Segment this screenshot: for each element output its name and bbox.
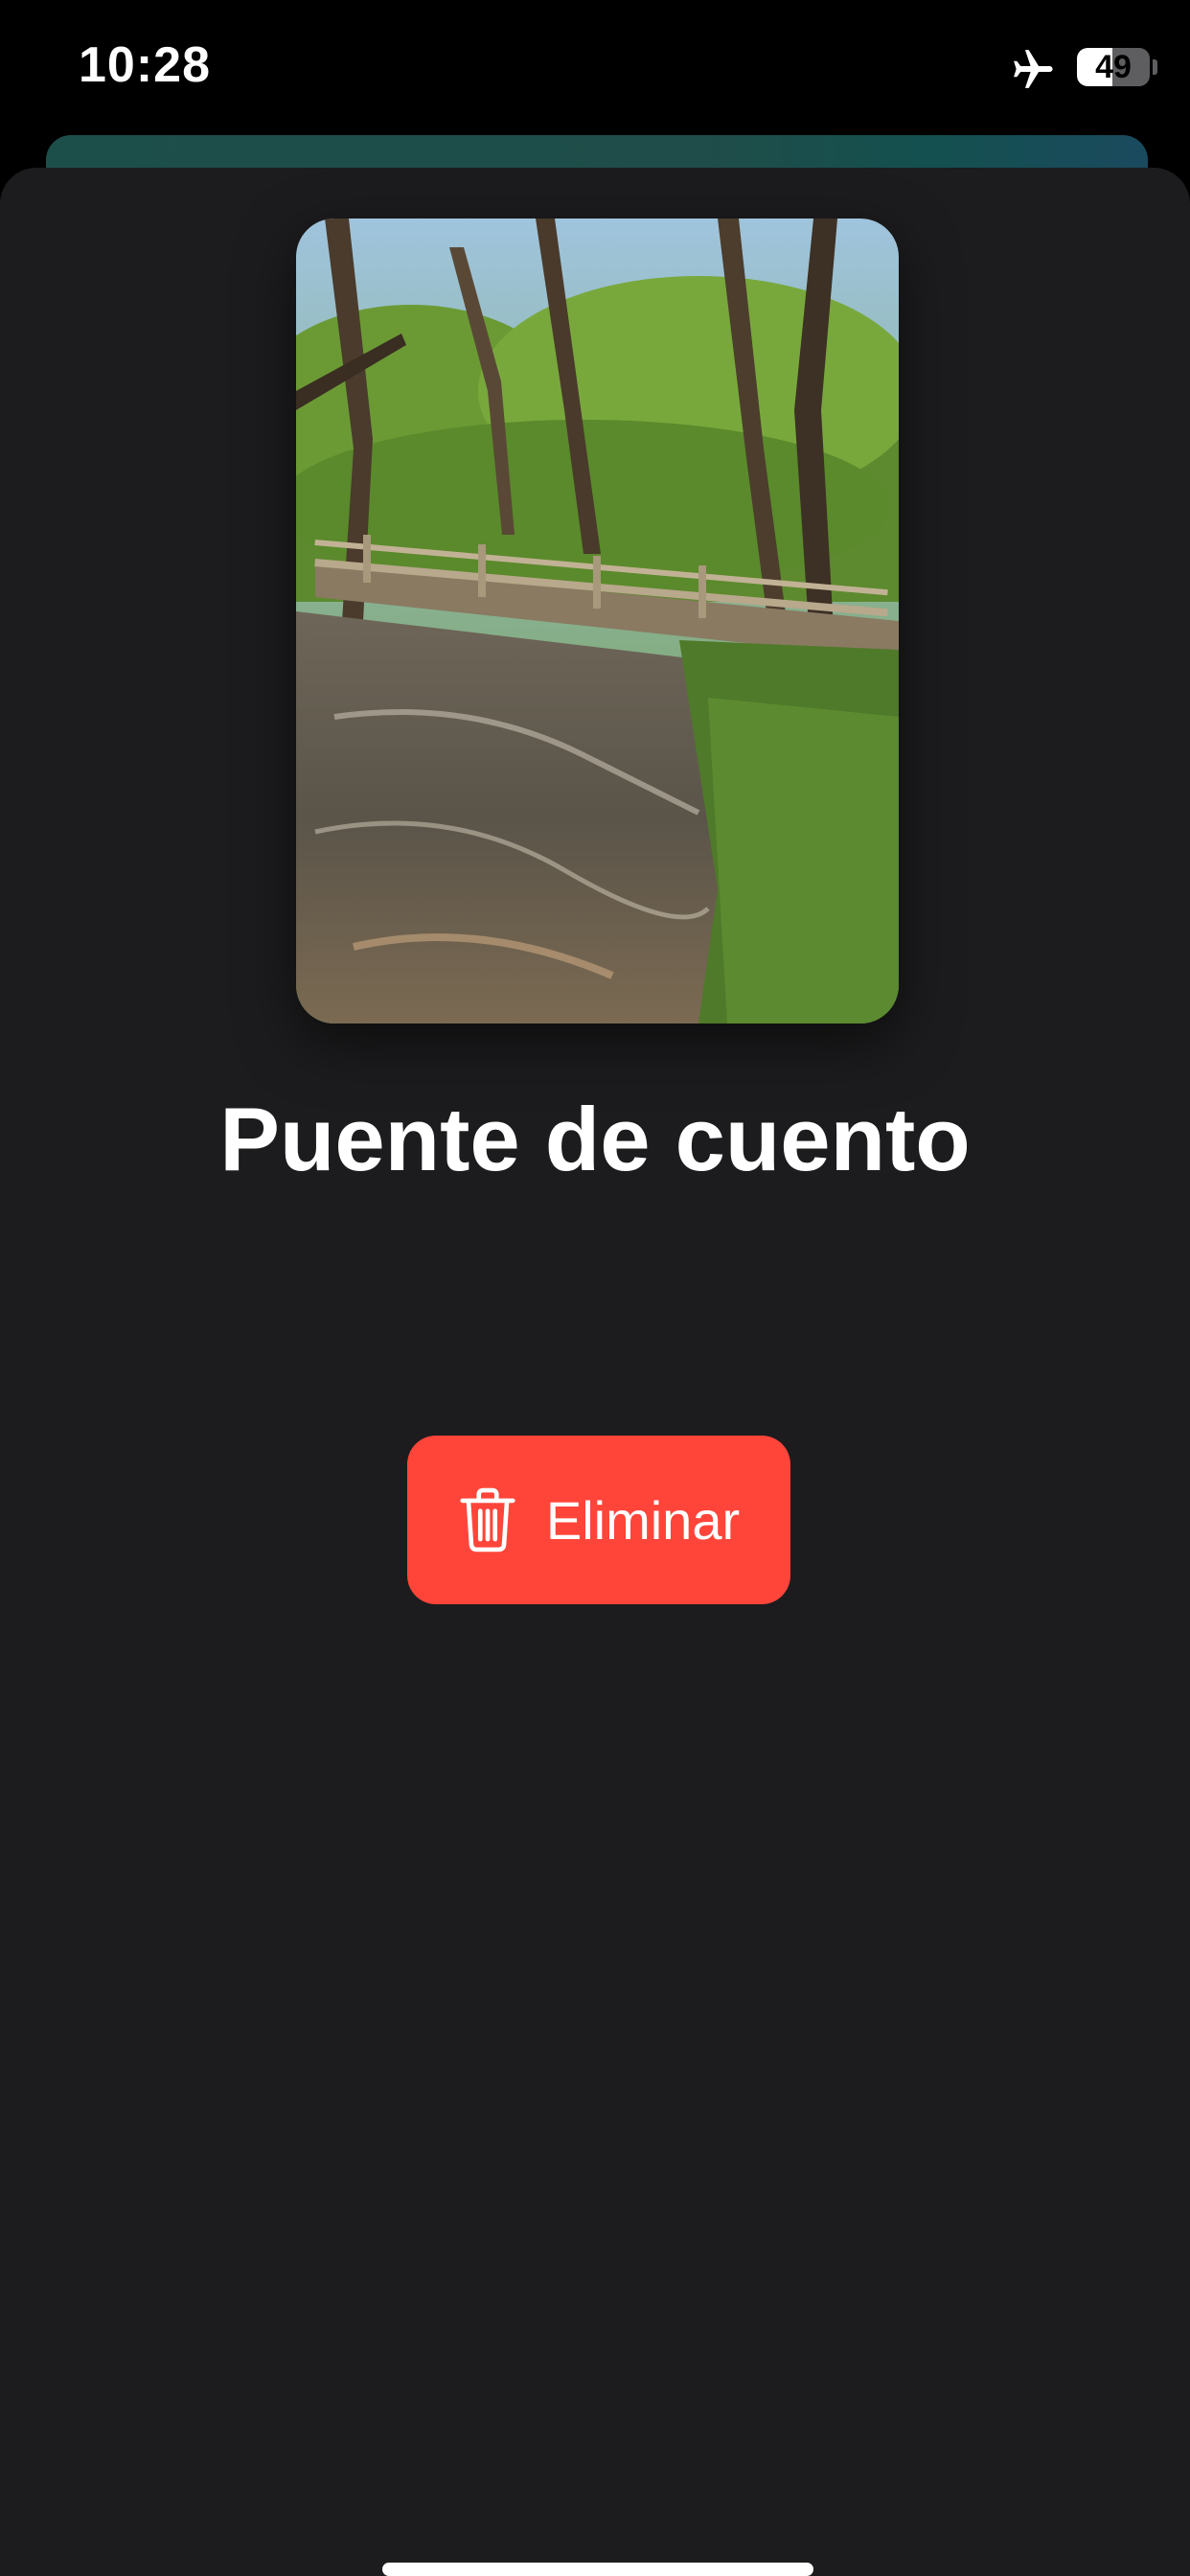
item-title: Puente de cuento [219, 1089, 971, 1189]
photo-image [296, 218, 899, 1024]
status-bar: 10:28 49 [0, 0, 1190, 134]
status-time: 10:28 [79, 37, 211, 93]
delete-label: Eliminar [545, 1489, 741, 1551]
battery-indicator: 49 [1077, 48, 1150, 86]
trash-icon [460, 1487, 515, 1552]
screen: 10:28 49 Puente de cuento Eliminar [0, 0, 1190, 2576]
photo-thumbnail [296, 218, 899, 1024]
delete-button[interactable]: Eliminar [407, 1436, 790, 1604]
battery-level: 49 [1095, 49, 1132, 85]
battery-cap [1153, 59, 1157, 75]
home-indicator[interactable] [382, 2563, 813, 2576]
airplane-icon [1014, 50, 1053, 88]
